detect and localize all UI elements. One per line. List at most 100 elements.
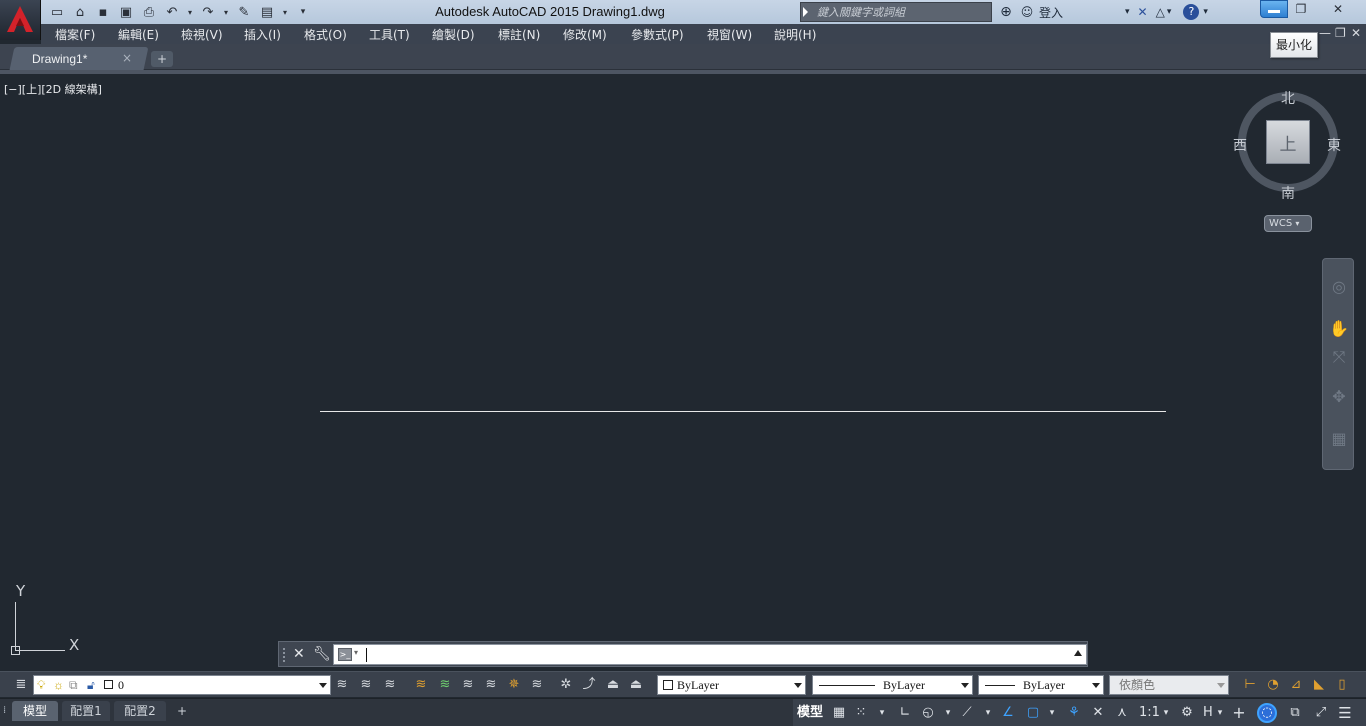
layout-tab-model[interactable]: 模型 (12, 701, 58, 721)
snap-icon[interactable]: ⁙ (853, 704, 869, 722)
plotstyle-dropdown-icon[interactable] (1217, 683, 1225, 688)
layer-isolate-icon[interactable]: ≋ (413, 677, 429, 693)
command-close-icon[interactable]: ✕ (293, 646, 305, 662)
annotation-visibility-icon[interactable]: ⚘ (1066, 704, 1082, 722)
workspace-dropdown-icon[interactable]: ▾ (281, 3, 289, 21)
object-snap-icon[interactable]: ▢ (1025, 704, 1041, 722)
quick-properties-icon[interactable]: + (1231, 704, 1247, 722)
signin-label[interactable]: 登入 (1039, 4, 1063, 21)
undo-icon[interactable]: ↶ (163, 3, 181, 21)
new-file-icon[interactable]: ▭ (48, 3, 66, 21)
units-label[interactable]: H (1203, 704, 1213, 722)
menu-parametric[interactable]: 參數式(P) (631, 26, 684, 43)
layer-match-icon[interactable]: ≋ (460, 677, 476, 693)
drawn-line[interactable] (320, 411, 1166, 412)
layer-lock-tool-icon[interactable]: ⏏ (605, 677, 621, 693)
isodraft-dropdown-icon[interactable]: ▾ (983, 704, 993, 722)
mdi-close-icon[interactable]: ✕ (1351, 26, 1361, 40)
linetype-dropdown-icon[interactable] (961, 683, 969, 688)
plot-icon[interactable]: ⎙ (140, 3, 158, 21)
zoom-extents-icon[interactable]: ⤧ (1327, 345, 1351, 369)
dimension-style-icon[interactable]: ◣ (1311, 677, 1327, 693)
workspace-gear-icon[interactable]: ⚙ (1179, 704, 1195, 722)
mdi-restore-icon[interactable]: ❐ (1335, 26, 1346, 40)
search-expand-icon[interactable] (803, 7, 808, 17)
help-icon[interactable]: ? (1183, 4, 1200, 20)
layer-unlock-tool-icon[interactable]: ⏏ (628, 677, 644, 693)
units-dropdown-icon[interactable]: ▾ (1215, 704, 1225, 722)
linetype-combo[interactable]: ByLayer (812, 675, 973, 695)
annotation-scale-value[interactable]: 1:1 (1139, 704, 1160, 722)
color-combo[interactable]: ByLayer (657, 675, 806, 695)
redo-icon[interactable]: ↷ (199, 3, 217, 21)
showmotion-icon[interactable]: ▦ (1327, 427, 1351, 451)
open-file-icon[interactable]: ⌂ (71, 3, 89, 21)
polar-dropdown-icon[interactable]: ▾ (943, 704, 953, 722)
layer-combo[interactable]: 💡︎ ☼ ⧉ 🔓︎ 0 (33, 675, 331, 695)
isolate-objects-icon[interactable]: ◌ (1257, 703, 1277, 723)
mdi-minimize-icon[interactable]: — (1319, 26, 1331, 40)
command-history-icon[interactable] (1074, 650, 1082, 656)
compass-north[interactable]: 北 (1281, 88, 1295, 108)
clean-screen-icon[interactable]: ⤢ (1312, 704, 1330, 722)
dimension-radius-icon[interactable]: ◔ (1265, 677, 1281, 693)
workspace-icon[interactable]: ▤ (258, 3, 276, 21)
search-input[interactable] (813, 3, 989, 21)
command-prompt-dropdown-icon[interactable]: ▾ (354, 648, 358, 657)
new-file-tab-button[interactable]: + (151, 51, 173, 67)
grid-icon[interactable]: ▦ (831, 704, 847, 722)
command-line-grip[interactable] (283, 648, 287, 662)
binoculars-icon[interactable]: ⊕ (996, 4, 1016, 20)
menu-insert[interactable]: 插入(I) (244, 26, 281, 43)
table-icon[interactable]: ▯ (1334, 677, 1350, 693)
redo-dropdown-icon[interactable]: ▾ (222, 3, 230, 21)
dimension-angular-icon[interactable]: ⊿ (1288, 677, 1304, 693)
a360-icon[interactable]: △ (1156, 5, 1165, 19)
menu-modify[interactable]: 修改(M) (563, 26, 607, 43)
compass-east[interactable]: 東 (1327, 135, 1341, 155)
menu-format[interactable]: 格式(O) (304, 26, 347, 43)
layer-off-icon[interactable]: ✵ (506, 677, 522, 693)
undo-dropdown-icon[interactable]: ▾ (186, 3, 194, 21)
isodraft-icon[interactable]: ⟋ (959, 704, 975, 722)
help-dropdown-icon[interactable]: ▾ (1203, 7, 1208, 17)
hardware-acceleration-icon[interactable]: ⧉ (1287, 704, 1303, 722)
layer-unisolate-icon[interactable]: ≋ (437, 677, 453, 693)
signin-dropdown-icon[interactable]: ▾ (1125, 7, 1130, 17)
exchange-icon[interactable]: ✕ (1138, 5, 1148, 19)
menu-edit[interactable]: 編輯(E) (118, 26, 159, 43)
layer-lock-icon[interactable]: 🔓︎ (87, 676, 95, 694)
match-properties-icon[interactable]: ✎ (235, 3, 253, 21)
plotstyle-combo[interactable]: 依顏色 (1109, 675, 1229, 695)
scale-dropdown-icon[interactable]: ▾ (1161, 704, 1171, 722)
viewport-controls-label[interactable]: [−][上][2D 線架構] (4, 81, 102, 97)
customization-menu-icon[interactable]: ☰ (1336, 704, 1354, 722)
search-box[interactable] (800, 2, 992, 22)
compass-west[interactable]: 西 (1233, 135, 1247, 155)
menu-tools[interactable]: 工具(T) (369, 26, 410, 43)
menu-help[interactable]: 說明(H) (774, 26, 816, 43)
menu-draw[interactable]: 繪製(D) (432, 26, 475, 43)
layer-states-icon[interactable]: ≋ (382, 677, 398, 693)
polar-icon[interactable]: ◵ (920, 704, 936, 722)
layer-viewport-freeze-icon[interactable]: ⧉ (69, 676, 78, 694)
menu-window[interactable]: 視窗(W) (707, 26, 752, 43)
object-snap-tracking-icon[interactable]: ∠ (1000, 704, 1016, 722)
a360-dropdown-icon[interactable]: ▾ (1167, 7, 1172, 17)
close-button[interactable]: ✕ (1315, 0, 1361, 18)
compass-south[interactable]: 南 (1281, 183, 1295, 203)
file-tab-close-icon[interactable]: × (122, 51, 132, 65)
orbit-icon[interactable]: ✥ (1327, 385, 1351, 409)
menu-view[interactable]: 檢視(V) (181, 26, 223, 43)
drawing-canvas[interactable] (0, 74, 1366, 670)
command-input[interactable]: >_ ▾ (333, 644, 1087, 665)
annotation-scale-icon[interactable]: ⋏ (1114, 704, 1130, 722)
application-menu-button[interactable] (0, 0, 41, 40)
color-dropdown-icon[interactable] (794, 683, 802, 688)
lineweight-combo[interactable]: ByLayer (978, 675, 1104, 695)
layer-dropdown-icon[interactable] (319, 683, 327, 688)
save-icon[interactable]: ▪ (94, 3, 112, 21)
file-tab-label[interactable]: Drawing1* (32, 52, 87, 66)
layer-freeze-tool-icon[interactable]: ✲ (558, 677, 574, 693)
layout-tab-layout2[interactable]: 配置2 (114, 701, 166, 721)
